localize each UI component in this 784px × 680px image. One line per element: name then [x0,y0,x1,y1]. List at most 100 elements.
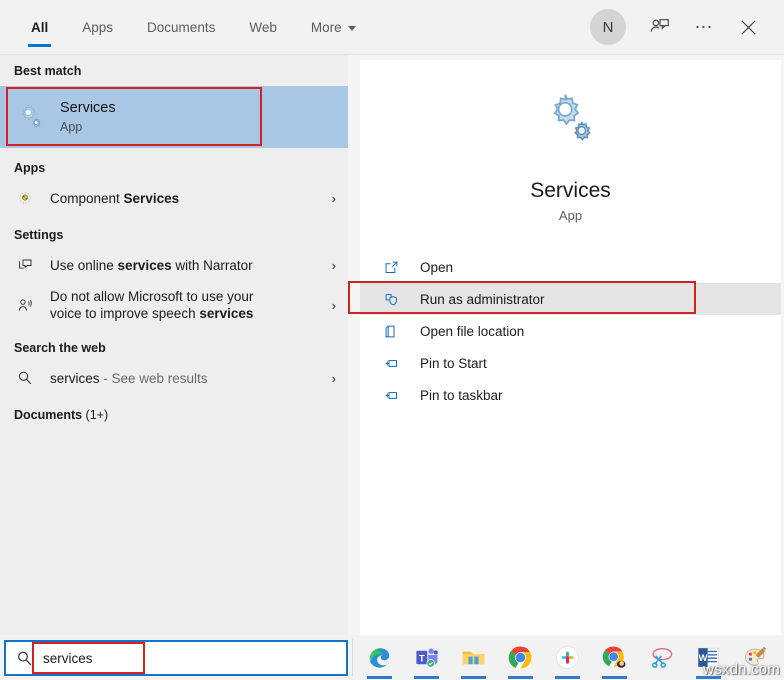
best-match-subtitle: App [60,120,83,134]
narrator-monitor-icon-svg [18,259,31,269]
chevron-right-icon[interactable]: › [332,259,336,272]
filter-tabs: All Apps Documents Web More [0,0,373,54]
slack-icon [556,646,579,669]
taskbar-item-microsoft-word[interactable]: W [685,635,732,680]
action-label: Open file location [420,323,525,339]
taskbar-item-microsoft-teams[interactable]: T [403,635,450,680]
shield-icon-svg [385,293,397,305]
search-icon [16,650,33,667]
documents-count: (1+) [82,408,109,422]
close-button[interactable] [728,7,768,47]
taskbar-item-microsoft-edge[interactable] [356,635,403,680]
tab-apps-label: Apps [82,19,114,35]
taskbar: services T W wsxdn.com [0,635,784,680]
taskbar-item-paint[interactable] [732,635,779,680]
action-open-file-location[interactable]: Open file location [360,315,781,347]
services-gears-icon [540,88,602,155]
close-icon [740,19,756,35]
microsoft-edge-icon [369,648,390,668]
settings-heading: Settings [14,228,64,242]
chevron-right-icon[interactable]: › [332,192,336,205]
tab-all[interactable]: All [14,0,65,54]
speech-person-icon [14,297,36,314]
search-input[interactable]: services [43,651,93,666]
taskbar-item-slack[interactable] [544,635,591,680]
folder-file-icon-svg [385,325,394,337]
open-external-icon [380,260,402,275]
narrator-monitor-icon [14,257,36,274]
action-pin-to-start[interactable]: Pin to Start [360,347,781,379]
preview-app-name: Services [530,179,611,202]
result-label: Use online services with Narrator [50,257,253,273]
action-label: Pin to Start [420,355,487,371]
pin-icon [380,356,402,371]
action-pin-to-taskbar[interactable]: Pin to taskbar [360,379,781,411]
search-icon [14,370,36,386]
documents-heading-label: Documents [14,408,83,422]
svg-text:T: T [419,653,425,663]
result-label: Component Services [50,190,180,206]
pin-icon-svg [385,359,397,367]
chevron-down-icon [347,25,356,31]
tab-web[interactable]: Web [232,0,294,54]
chevron-right-icon[interactable]: › [332,299,336,312]
result-component-services[interactable]: Component Services › [0,181,348,215]
paint-icon [744,646,767,666]
best-match-text: Services App [60,99,116,135]
component-services-icon-svg [19,192,31,204]
documents-heading: Documents (1+) [0,395,348,428]
action-label: Run as administrator [420,291,545,307]
taskbar-app-buttons: T W [356,635,784,680]
windows-search-overlay: All Apps Documents Web More N ⋯ Best mat… [0,0,784,680]
taskbar-item-google-chrome[interactable] [497,635,544,680]
preview-card: Services App Open Run as administrator O… [348,60,781,635]
more-options-button[interactable]: ⋯ [684,7,724,47]
apps-heading: Apps [14,161,46,175]
result-best-match-services[interactable]: Services App [0,86,348,148]
tab-documents[interactable]: Documents [130,0,232,54]
result-web-search-services[interactable]: services - See web results › [0,361,348,395]
microsoft-word-icon: W [698,647,719,668]
tab-all-label: All [31,19,49,35]
search-icon-svg [18,371,32,385]
result-speech-services[interactable]: Do not allow Microsoft to use your voice… [0,282,348,328]
microsoft-teams-icon: T [416,648,438,668]
avatar[interactable]: N [590,9,626,45]
result-label: services - See web results [50,370,208,386]
tab-web-label: Web [249,19,277,35]
svg-text:W: W [699,653,708,663]
result-use-online-services-narrator[interactable]: Use online services with Narrator › [0,248,348,282]
preview-hero: Services App [360,60,781,223]
snipping-tool-icon [651,647,673,668]
taskbar-item-snipping-tool[interactable] [638,635,685,680]
tab-more-label: More [310,19,342,35]
pin-icon-svg-2 [385,391,397,399]
folder-file-icon [380,324,402,339]
action-label: Pin to taskbar [420,387,503,403]
results-list: Best match Services App Apps Component S… [0,55,348,635]
shield-icon [380,292,402,307]
person-feedback-icon [650,19,669,32]
file-explorer-icon [462,651,485,665]
preview-actions: Open Run as administrator Open file loca… [348,251,781,411]
action-run-as-administrator[interactable]: Run as administrator [348,281,781,315]
ellipsis-icon: ⋯ [694,17,714,37]
tab-more[interactable]: More [294,0,373,54]
avatar-initial: N [602,18,614,36]
feedback-button[interactable] [640,7,680,47]
chevron-right-icon[interactable]: › [332,372,336,385]
best-match-heading: Best match [14,64,82,78]
services-gears-icon-large-svg [552,94,591,141]
services-gears-icon-svg [22,105,41,128]
search-icon-svg-taskbar [18,651,32,665]
header-actions: N ⋯ [590,7,784,47]
taskbar-search-box[interactable]: services [4,640,348,676]
action-label: Open [420,259,454,275]
tab-apps[interactable]: Apps [65,0,130,54]
preview-app-type: App [558,208,583,223]
search-the-web-heading: Search the web [14,341,106,355]
taskbar-item-chrome-profile[interactable] [591,635,638,680]
taskbar-item-file-explorer[interactable] [450,635,497,680]
action-open[interactable]: Open [360,251,781,283]
speech-person-icon-svg [18,298,32,311]
